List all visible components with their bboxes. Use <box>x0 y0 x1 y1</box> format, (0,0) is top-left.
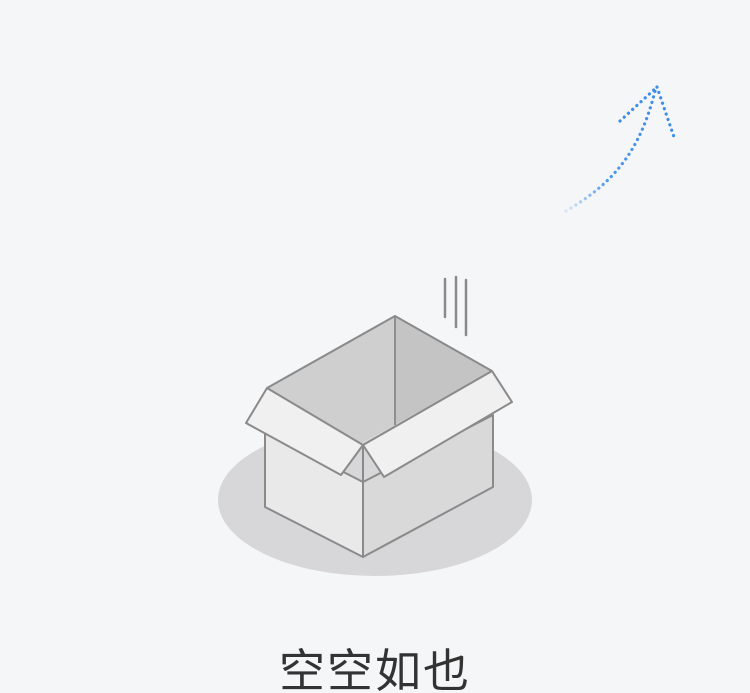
empty-page: 空空如也 <box>0 0 750 693</box>
empty-state-message: 空空如也 <box>279 644 471 693</box>
dotted-arrow-up-right-icon <box>564 85 676 213</box>
empty-box-icon <box>218 275 532 576</box>
